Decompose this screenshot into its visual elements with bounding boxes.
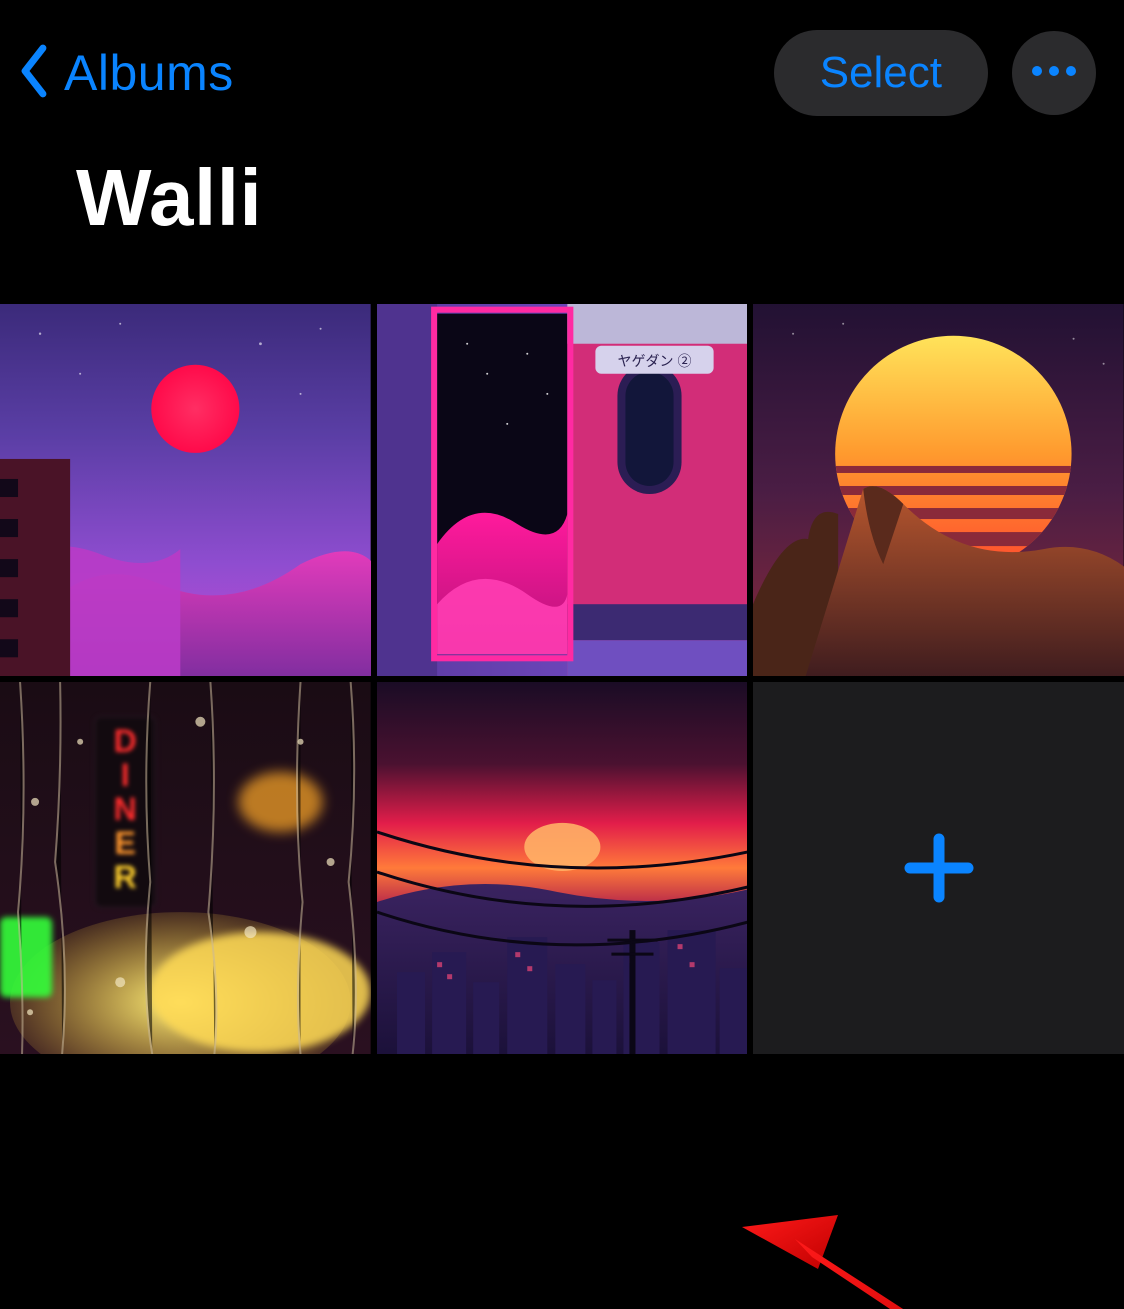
svg-text:ヤゲダン ②: ヤゲダン ② (617, 353, 691, 369)
photo-thumbnail[interactable]: D I N E R (0, 682, 371, 1054)
nav-bar: Albums Select (0, 0, 1124, 116)
chevron-left-icon (18, 43, 50, 104)
back-label: Albums (64, 44, 234, 102)
page-title: Walli (76, 152, 1124, 244)
add-photo-button[interactable] (753, 682, 1124, 1054)
back-button[interactable]: Albums (18, 43, 234, 104)
photo-thumbnail[interactable] (377, 682, 748, 1054)
svg-text:R: R (114, 859, 137, 895)
photo-thumbnail[interactable] (753, 304, 1124, 676)
svg-text:I: I (121, 757, 130, 793)
select-button[interactable]: Select (774, 30, 988, 116)
photo-grid: ヤゲダン ② (0, 304, 1124, 1054)
ellipsis-icon (1031, 64, 1077, 82)
photo-thumbnail[interactable] (0, 304, 371, 676)
more-button[interactable] (1012, 31, 1096, 115)
annotation-arrow-icon (740, 1209, 1030, 1309)
svg-text:N: N (114, 791, 137, 827)
photo-thumbnail[interactable]: ヤゲダン ② (377, 304, 748, 676)
plus-icon (904, 833, 974, 903)
select-label: Select (820, 48, 942, 97)
svg-text:E: E (115, 825, 136, 861)
svg-text:D: D (114, 723, 137, 759)
